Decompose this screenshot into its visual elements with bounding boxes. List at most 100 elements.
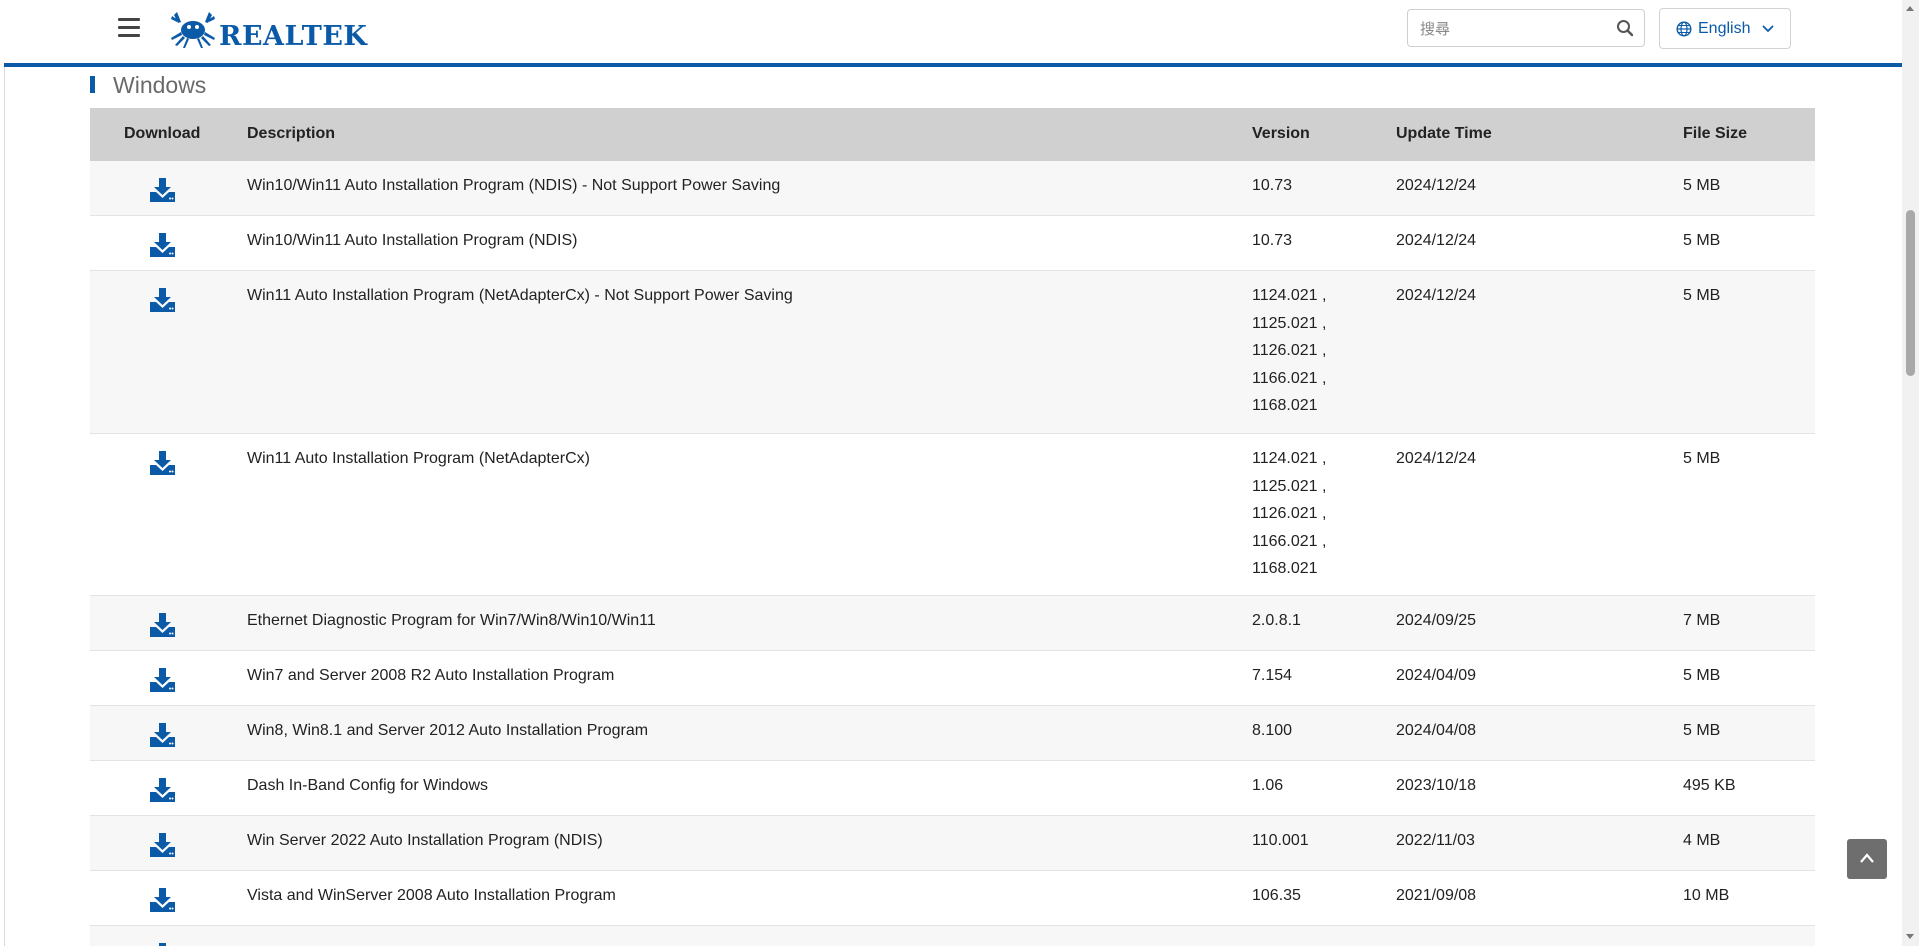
hamburger-menu-icon[interactable] <box>118 18 140 38</box>
download-icon[interactable] <box>149 942 176 946</box>
version-value: 8.100 <box>1252 722 1293 739</box>
version-value: 106.35 <box>1252 887 1301 904</box>
version-value: 1125.021 , <box>1252 477 1327 495</box>
update-time-cell: 2021/09/08 <box>1396 887 1477 904</box>
description-cell: Win8, Win8.1 and Server 2012 Auto Instal… <box>247 722 649 739</box>
table-row: Win10/Win11 Auto Installation Program (N… <box>90 216 1815 271</box>
search-box[interactable] <box>1407 9 1645 47</box>
download-icon[interactable] <box>149 177 176 203</box>
file-size-cell: 5 MB <box>1683 722 1721 739</box>
table-row: Win8, Win8.1 and Server 2012 Auto Instal… <box>90 706 1815 761</box>
description-cell: Win Server 2022 Auto Installation Progra… <box>247 832 603 849</box>
update-time-cell: 2024/12/24 <box>1396 450 1477 467</box>
file-size-cell: 495 KB <box>1683 777 1736 794</box>
file-size-cell: 10 MB <box>1683 887 1730 904</box>
scroll-up-arrow[interactable] <box>1906 6 1914 11</box>
download-icon[interactable] <box>149 287 176 313</box>
version-cell: 110.001 <box>1252 827 1309 855</box>
table-row: Win11 Auto Installation Program (NetAdap… <box>90 271 1815 434</box>
downloads-table: Download Description Version Update Time… <box>90 108 1815 946</box>
vertical-scrollbar[interactable] <box>1902 0 1919 946</box>
version-cell: 1.06 <box>1252 772 1283 800</box>
file-size-cell: 5 MB <box>1683 232 1721 249</box>
page: REALTEK English Windows <box>0 0 1919 946</box>
header-divider <box>4 63 1902 67</box>
version-cell: 1124.021 , 1125.021 , 1126.021 , 1166.021 ,… <box>1252 445 1326 583</box>
column-header-update-time: Update Time <box>1396 125 1492 142</box>
search-icon[interactable] <box>1616 19 1634 37</box>
description-cell: Vista and WinServer 2008 Auto Installati… <box>247 887 616 904</box>
search-input[interactable] <box>1418 18 1612 40</box>
section-marker <box>90 76 95 93</box>
table-row: Win Server 2022 Auto Installation Progra… <box>90 816 1815 871</box>
scrollbar-thumb[interactable] <box>1906 210 1915 376</box>
table-row: Dash In-Band Config for Windows 1.06 2023/… <box>90 761 1815 816</box>
globe-icon <box>1676 21 1692 37</box>
chevron-down-icon <box>1762 25 1774 33</box>
version-cell: 1124.021 , 1125.021 , 1126.021 , 1166.021 ,… <box>1252 282 1326 420</box>
download-icon[interactable] <box>149 722 176 748</box>
update-time-cell: 2024/09/25 <box>1396 612 1477 629</box>
update-time-cell: 2024/12/24 <box>1396 287 1477 304</box>
version-cell: 2.0.8.1 <box>1252 607 1301 635</box>
download-icon[interactable] <box>149 887 176 913</box>
file-size-cell: 5 MB <box>1683 450 1721 467</box>
version-value: 1124.021 , <box>1252 450 1327 467</box>
table-header: Download Description Version Update Time… <box>90 108 1815 161</box>
update-time-cell: 2024/12/24 <box>1396 177 1477 194</box>
table-row <box>90 926 1815 946</box>
download-icon[interactable] <box>149 232 176 258</box>
version-cell: 10.73 <box>1252 227 1292 255</box>
version-cell: 10.73 <box>1252 172 1292 200</box>
description-cell: Win7 and Server 2008 R2 Auto Installatio… <box>247 667 615 684</box>
language-selector[interactable]: English <box>1659 8 1791 49</box>
version-value: 10.73 <box>1252 177 1293 194</box>
download-icon[interactable] <box>149 777 176 803</box>
version-value: 1168.021 <box>1252 397 1318 414</box>
version-value: 1126.021 , <box>1252 342 1327 359</box>
description-cell: Win11 Auto Installation Program (NetAdap… <box>247 450 590 467</box>
file-size-cell: 5 MB <box>1683 287 1721 304</box>
file-size-cell: 5 MB <box>1683 667 1721 684</box>
version-value: 110.001 <box>1252 832 1309 849</box>
column-header-version: Version <box>1252 125 1310 142</box>
download-icon[interactable] <box>149 667 176 693</box>
back-to-top-button[interactable] <box>1847 839 1887 879</box>
column-header-description: Description <box>247 125 336 142</box>
version-cell: 7.154 <box>1252 662 1292 690</box>
update-time-cell: 2024/12/24 <box>1396 232 1477 249</box>
update-time-cell: 2022/11/03 <box>1396 832 1475 849</box>
table-body: Win10/Win11 Auto Installation Program (N… <box>90 161 1815 946</box>
brand-name: REALTEK <box>219 21 368 52</box>
scroll-down-arrow[interactable] <box>1906 934 1914 939</box>
version-value: 1166.021 , <box>1252 369 1327 387</box>
column-header-file-size: File Size <box>1683 125 1748 142</box>
file-size-cell: 7 MB <box>1683 612 1721 629</box>
table-row: Win10/Win11 Auto Installation Program (N… <box>90 161 1815 216</box>
description-cell: Dash In-Band Config for Windows <box>247 777 488 794</box>
description-cell: Win10/Win11 Auto Installation Program (N… <box>247 177 781 194</box>
table-row: Vista and WinServer 2008 Auto Installati… <box>90 871 1815 926</box>
download-icon[interactable] <box>149 832 176 858</box>
site-header: REALTEK English <box>0 0 1902 63</box>
version-value: 1166.021 , <box>1252 532 1327 550</box>
section-title: Windows <box>113 72 207 98</box>
realtek-logo[interactable]: REALTEK <box>169 8 367 52</box>
download-icon[interactable] <box>149 612 176 638</box>
version-value: 7.154 <box>1252 667 1293 684</box>
update-time-cell: 2024/04/08 <box>1396 722 1477 739</box>
version-value: 1.06 <box>1252 777 1284 794</box>
download-icon[interactable] <box>149 450 176 476</box>
version-value: 10.73 <box>1252 232 1293 249</box>
file-size-cell: 5 MB <box>1683 177 1721 194</box>
version-value: 1125.021 , <box>1252 314 1327 332</box>
table-row: Ethernet Diagnostic Program for Win7/Win… <box>90 596 1815 651</box>
version-value: 2.0.8.1 <box>1252 612 1301 629</box>
table-row: Win7 and Server 2008 R2 Auto Installatio… <box>90 651 1815 706</box>
description-cell: Ethernet Diagnostic Program for Win7/Win… <box>247 612 656 629</box>
chevron-up-icon <box>1860 853 1874 863</box>
language-label: English <box>1698 20 1751 37</box>
page-border <box>4 0 5 946</box>
description-cell: Win10/Win11 Auto Installation Program (N… <box>247 232 578 249</box>
table-row: Win11 Auto Installation Program (NetAdap… <box>90 434 1815 596</box>
